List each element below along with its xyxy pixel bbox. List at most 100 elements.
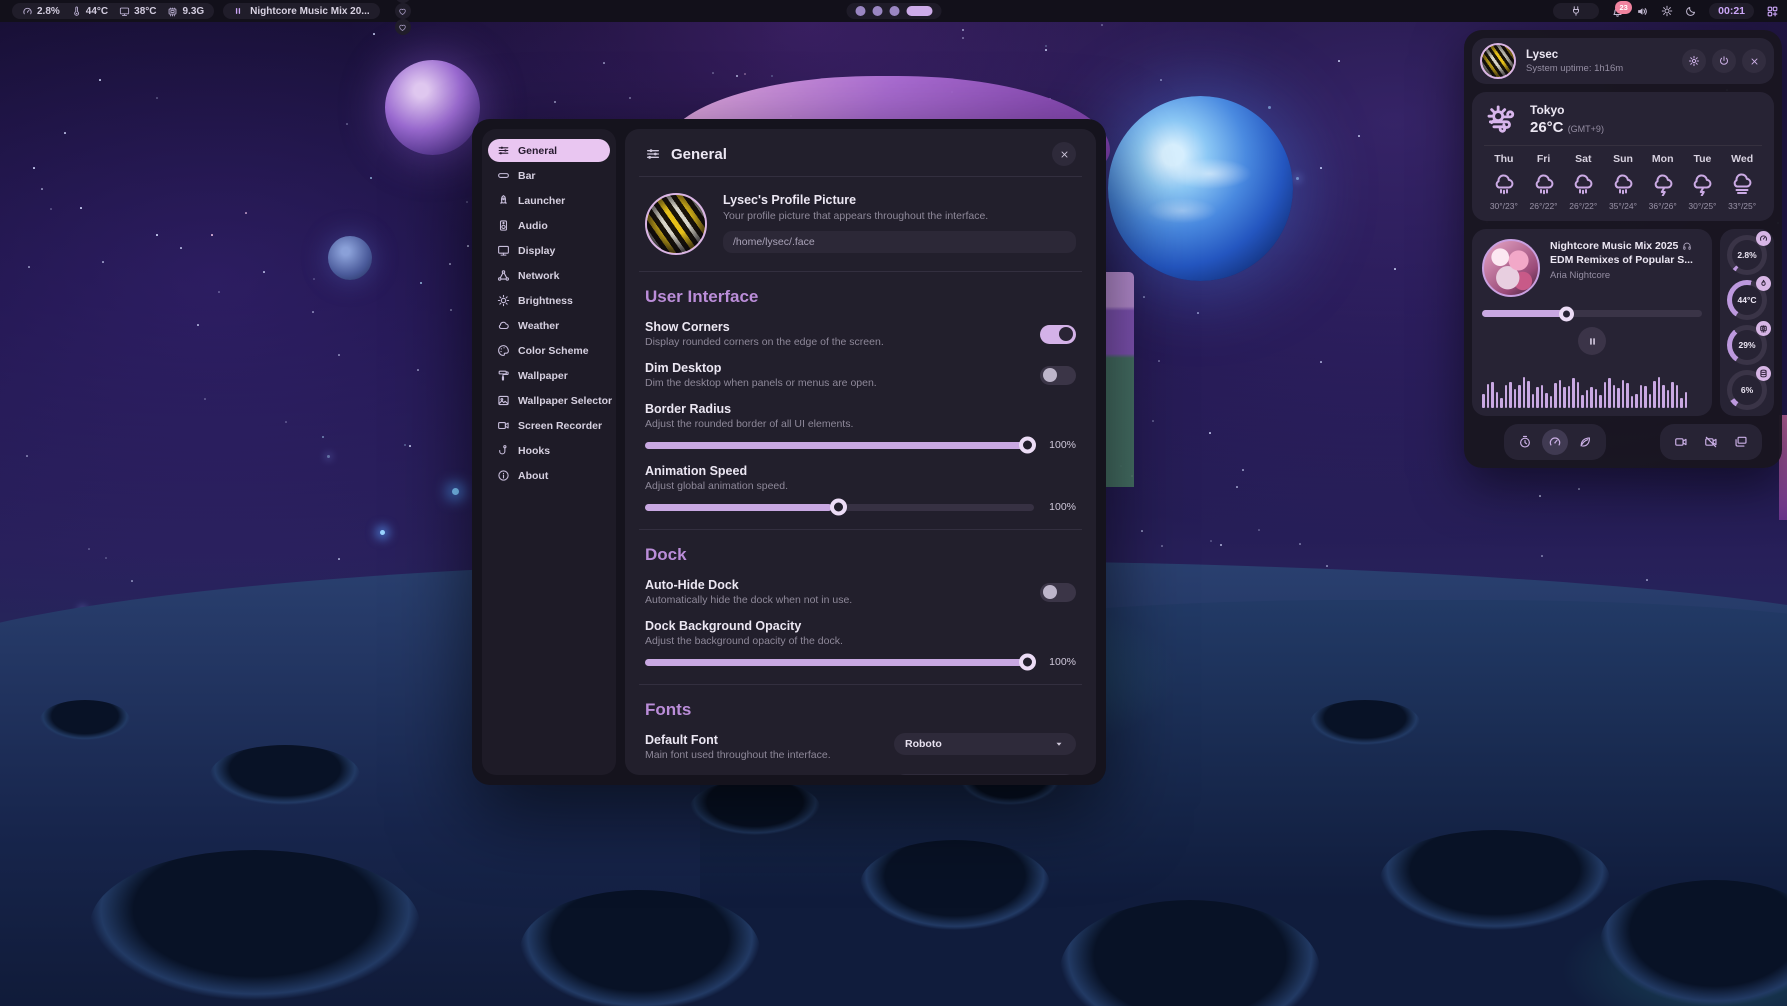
workspace-indicator[interactable] (846, 3, 941, 19)
viz-bar (1581, 395, 1584, 408)
sidebar-item-wallpaper[interactable]: Wallpaper (488, 364, 610, 387)
power-profile-group (1504, 424, 1606, 460)
sidebar-item-weather[interactable]: Weather (488, 314, 610, 337)
pause-icon (233, 6, 243, 16)
power-button[interactable] (1712, 49, 1736, 73)
screens-button[interactable] (1728, 429, 1754, 455)
default-font-dropdown[interactable]: Roboto (894, 733, 1076, 755)
brightness-button[interactable] (1661, 5, 1673, 17)
sidebar-item-bar[interactable]: Bar (488, 164, 610, 187)
gauge-value: 29% (1732, 330, 1762, 360)
setting-row-default-font: Default Font Main font used throughout t… (645, 733, 1076, 761)
workspace-dot-1[interactable] (855, 6, 865, 16)
heart-button[interactable] (395, 19, 411, 35)
system-gauges: 2.8% 44°C 29% 6% (1720, 229, 1774, 416)
forecast-day-label: Sun (1603, 153, 1643, 165)
close-icon (1059, 149, 1070, 160)
dim-desktop-toggle[interactable] (1040, 366, 1076, 385)
setting-row-border-radius: Border Radius Adjust the rounded border … (645, 402, 1076, 451)
settings-sections: User InterfaceShow Corners Display round… (645, 271, 1076, 775)
weather-temp: 26°C (1530, 119, 1564, 136)
desktop: 2.8%44°C38°C9.3G Nightcore Music Mix 20.… (0, 0, 1787, 1006)
sidebar-item-screen-recorder[interactable]: Screen Recorder (488, 414, 610, 437)
videocam-button[interactable] (1668, 429, 1694, 455)
overview-button[interactable] (1766, 5, 1779, 18)
power-profile-leaf-button[interactable] (1572, 429, 1598, 455)
heart-button[interactable] (395, 3, 411, 19)
settings-button[interactable] (1682, 49, 1706, 73)
slider-knob[interactable] (1019, 654, 1036, 671)
viz-bar (1685, 392, 1688, 408)
sidebar-item-wallpaper-selector[interactable]: Wallpaper Selector (488, 389, 610, 412)
workspace-dot-2[interactable] (872, 6, 882, 16)
setting-label: Auto-Hide Dock (645, 578, 852, 592)
forecast-temps: 35°/24° (1603, 201, 1643, 211)
dock-background-opacity-slider[interactable] (645, 659, 1034, 666)
setting-desc: Automatically hide the dock when not in … (645, 594, 852, 606)
sun-wind-icon (1484, 102, 1518, 136)
sidebar-item-general[interactable]: General (488, 139, 610, 162)
album-art (1482, 239, 1540, 297)
chevron-down-icon (1053, 738, 1065, 750)
viz-bar (1631, 396, 1634, 408)
sidebar-item-about[interactable]: About (488, 464, 610, 487)
sidebar-item-display[interactable]: Display (488, 239, 610, 262)
gauge-badge (1756, 276, 1771, 291)
network-icon (497, 269, 510, 282)
auto-hide-dock-toggle[interactable] (1040, 583, 1076, 602)
fixed-width-font-dropdown[interactable]: DejaVu Sans Mono (894, 774, 1076, 775)
rain-icon (1571, 172, 1595, 196)
forecast-day-label: Thu (1484, 153, 1524, 165)
sidebar-item-launcher[interactable]: Launcher (488, 189, 610, 212)
power-profile-timer-button[interactable] (1512, 429, 1538, 455)
workspace-dot-3[interactable] (889, 6, 899, 16)
grid-icon (1766, 5, 1779, 18)
animation-speed-slider[interactable] (645, 504, 1034, 511)
viz-bar (1550, 396, 1553, 408)
sun-icon (497, 294, 510, 307)
media-player-card: Nightcore Music Mix 2025 EDM Remixes of … (1472, 229, 1712, 416)
dropdown-value: Roboto (905, 738, 942, 750)
slider-knob[interactable] (1019, 437, 1036, 454)
divider (639, 684, 1082, 685)
sidebar-item-hooks[interactable]: Hooks (488, 439, 610, 462)
clock[interactable]: 00:21 (1709, 3, 1754, 19)
workspace-dot-4[interactable] (906, 6, 932, 16)
sidebar-item-color-scheme[interactable]: Color Scheme (488, 339, 610, 362)
sidebar-item-network[interactable]: Network (488, 264, 610, 287)
close-button[interactable] (1052, 142, 1076, 166)
volume-button[interactable] (1636, 5, 1649, 18)
profile-path-input[interactable] (723, 231, 1076, 253)
system-stats-pill: 2.8%44°C38°C9.3G (12, 3, 214, 19)
image-icon (497, 394, 510, 407)
show-corners-toggle[interactable] (1040, 325, 1076, 344)
forecast-day-sun: Sun 35°/24° (1603, 153, 1643, 211)
close-panel-button[interactable] (1742, 49, 1766, 73)
setting-desc: Adjust the rounded border of all UI elem… (645, 418, 1076, 430)
night-light-button[interactable] (1685, 5, 1697, 17)
border-radius-slider[interactable] (645, 442, 1034, 449)
storm-icon (1690, 172, 1714, 196)
notifications-button[interactable]: 23 (1611, 5, 1624, 18)
seek-bar[interactable] (1482, 310, 1702, 317)
viz-bar (1671, 382, 1674, 408)
cable-icon (1570, 5, 1582, 17)
forecast-day-mon: Mon 36°/26° (1643, 153, 1683, 211)
settings-header: General (645, 141, 1076, 167)
sidebar-item-brightness[interactable]: Brightness (488, 289, 610, 312)
setting-label: Show Corners (645, 320, 884, 334)
media-pill[interactable]: Nightcore Music Mix 20... (223, 3, 379, 19)
pause-button[interactable] (1578, 327, 1606, 355)
slider-fill (645, 659, 1034, 666)
viz-bar (1532, 394, 1535, 408)
forecast-day-label: Fri (1524, 153, 1564, 165)
sidebar-item-audio[interactable]: Audio (488, 214, 610, 237)
slider-knob[interactable] (830, 499, 847, 516)
power-profile-speedometer-button[interactable] (1542, 429, 1568, 455)
sun-wind-icon (1484, 102, 1518, 136)
profile-title: Lysec's Profile Picture (723, 193, 1076, 207)
tray-cable-button[interactable] (1553, 3, 1599, 19)
forecast-day-wed: Wed 33°/25° (1722, 153, 1762, 211)
forecast-day-label: Tue (1683, 153, 1723, 165)
videocam-off-button[interactable] (1698, 429, 1724, 455)
